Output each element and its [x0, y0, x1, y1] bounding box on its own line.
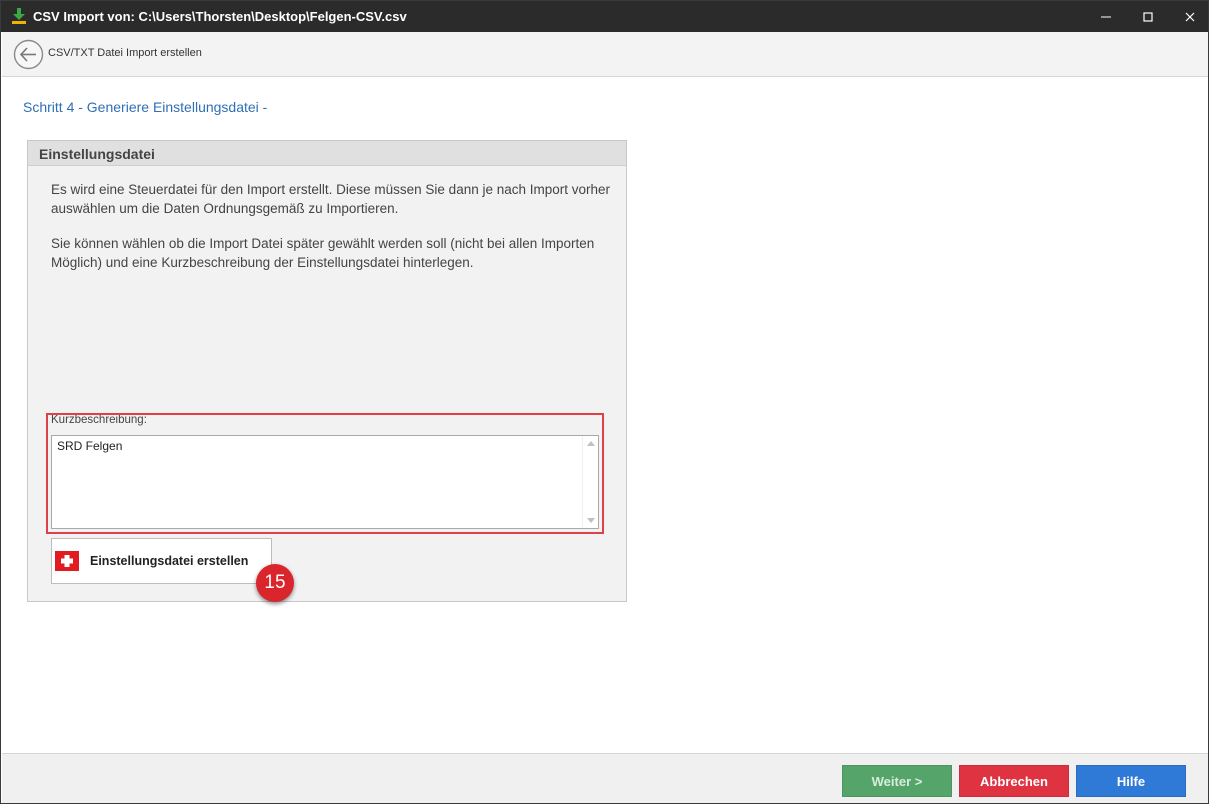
annotation-highlight-box: [46, 413, 604, 534]
minimize-icon: [1100, 16, 1111, 17]
window-title: CSV Import von: C:\Users\Thorsten\Deskto…: [33, 9, 407, 24]
step-number-badge: 15: [256, 564, 294, 602]
navigation-bar: CSV/TXT Datei Import erstellen: [2, 32, 1208, 77]
step-title: Schritt 4 - Generiere Einstellungsdatei …: [23, 99, 268, 115]
nav-title: CSV/TXT Datei Import erstellen: [48, 47, 202, 59]
cancel-button[interactable]: Abbrechen: [959, 765, 1069, 797]
panel-title: Einstellungsdatei: [39, 146, 155, 162]
swiss-flag-icon: [55, 551, 79, 571]
close-icon: [1185, 12, 1194, 21]
create-settings-file-button[interactable]: Einstellungsdatei erstellen: [51, 538, 272, 584]
minimize-button[interactable]: [1083, 1, 1128, 32]
panel-header: Einstellungsdatei: [28, 141, 626, 166]
import-window: CSV Import von: C:\Users\Thorsten\Deskto…: [0, 0, 1209, 804]
maximize-icon: [1142, 11, 1153, 22]
description-paragraph-1: Es wird eine Steuerdatei für den Import …: [51, 182, 611, 216]
help-button[interactable]: Hilfe: [1076, 765, 1186, 797]
create-settings-file-label: Einstellungsdatei erstellen: [90, 554, 249, 568]
download-icon: [12, 8, 26, 24]
title-bar: CSV Import von: C:\Users\Thorsten\Deskto…: [1, 1, 1208, 32]
close-button[interactable]: [1167, 1, 1209, 32]
maximize-button[interactable]: [1125, 1, 1170, 32]
back-arrow-icon[interactable]: [13, 39, 44, 70]
footer-bar: Weiter > Abbrechen Hilfe: [2, 753, 1208, 803]
next-button[interactable]: Weiter >: [842, 765, 952, 797]
description-paragraph-2: Sie können wählen ob die Import Datei sp…: [51, 236, 595, 270]
